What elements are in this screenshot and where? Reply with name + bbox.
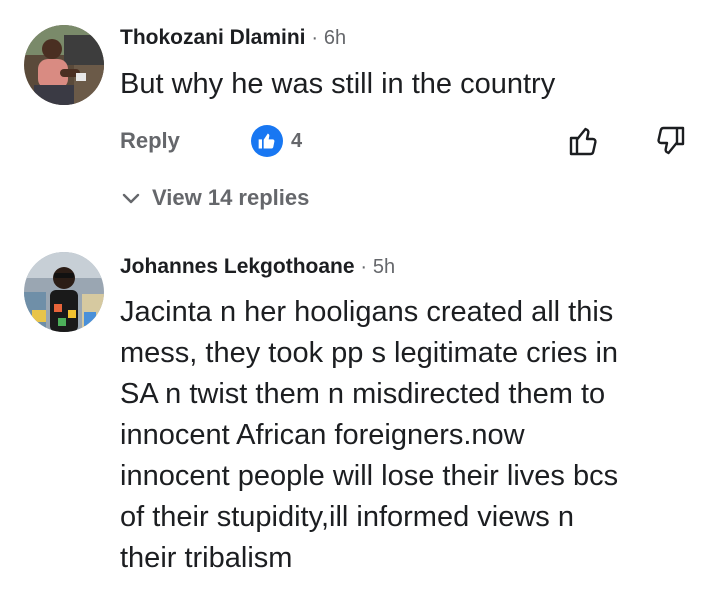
chevron-down-icon [122, 193, 140, 204]
avatar-photo-2 [24, 252, 104, 332]
comment-2: Johannes Lekgothoane · 5h Jacinta n her … [0, 240, 720, 589]
thumbs-down-outline-icon [657, 126, 685, 155]
thumbs-up-outline-icon [569, 127, 597, 156]
author-name[interactable]: Thokozani Dlamini [120, 26, 306, 49]
timestamp[interactable]: 5h [373, 256, 395, 278]
author-name[interactable]: Johannes Lekgothoane [120, 255, 355, 278]
comment-actions: Reply 4 [120, 121, 720, 161]
timestamp[interactable]: 6h [324, 27, 346, 49]
separator-dot: · [311, 27, 319, 49]
comment-1: Thokozani Dlamini · 6h But why he was st… [0, 0, 720, 240]
comment-text: But why he was still in the country [120, 68, 556, 100]
comment-text: Jacinta n her hooligans created all this… [120, 296, 619, 574]
downvote-button[interactable] [652, 123, 688, 159]
avatar-photo-1 [24, 25, 104, 105]
separator-dot: · [360, 256, 368, 278]
reply-button[interactable]: Reply [120, 121, 180, 161]
avatar[interactable] [24, 252, 104, 332]
comment-header: Thokozani Dlamini · 6h [120, 26, 346, 50]
reaction-summary[interactable]: 4 [251, 125, 302, 157]
avatar[interactable] [24, 25, 104, 105]
thumbs-up-icon [251, 125, 283, 157]
comment-header: Johannes Lekgothoane · 5h [120, 255, 395, 279]
view-replies-link[interactable]: View 14 replies [120, 185, 309, 211]
reaction-count: 4 [291, 129, 303, 152]
view-replies-label: View 14 replies [152, 185, 310, 210]
upvote-button[interactable] [566, 123, 602, 159]
